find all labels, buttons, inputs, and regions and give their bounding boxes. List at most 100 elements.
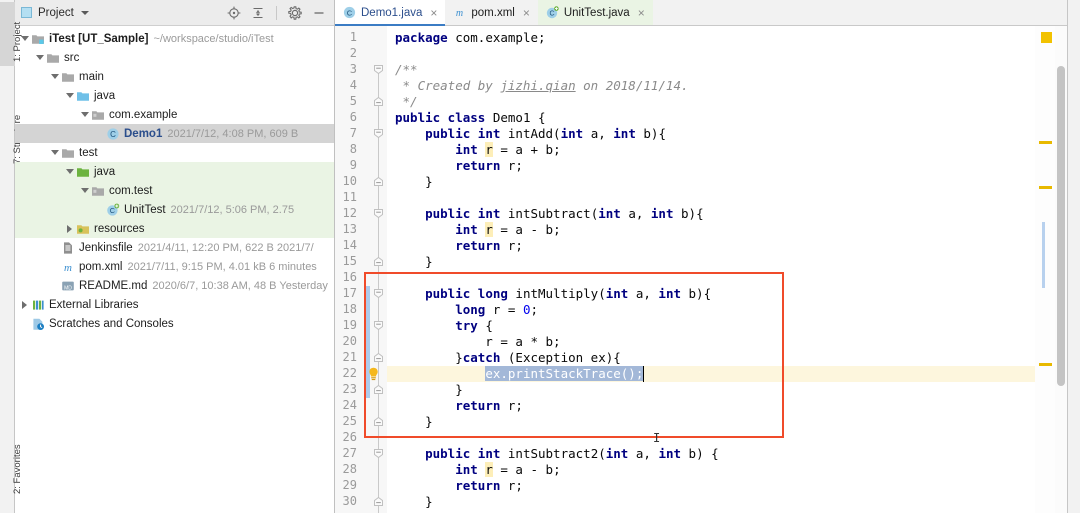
code-fold-marker[interactable] bbox=[373, 64, 384, 75]
error-stripe-markers[interactable] bbox=[1035, 26, 1055, 513]
code-line-17[interactable]: public long intMultiply(int a, int b){ bbox=[395, 286, 711, 302]
code-line-10[interactable]: } bbox=[395, 174, 433, 190]
code-line-19[interactable]: try { bbox=[395, 318, 493, 334]
editor-gutter[interactable]: 1 2 3 4 5 6 7 8 9 10 11 12 13 14 15 16 17 18 19 20 21 22 23 24 2… bbox=[335, 26, 387, 513]
warning-stripe-marker[interactable] bbox=[1039, 186, 1052, 189]
chevron-down-icon[interactable] bbox=[80, 10, 89, 15]
code-fold-marker[interactable] bbox=[373, 128, 384, 139]
text-caret bbox=[643, 366, 645, 382]
code-line-24[interactable]: return r; bbox=[395, 398, 523, 414]
code-line-11[interactable] bbox=[395, 190, 403, 206]
chevron-down-icon[interactable] bbox=[79, 105, 90, 124]
code-fold-marker[interactable] bbox=[373, 448, 384, 459]
chevron-down-icon[interactable] bbox=[64, 162, 75, 181]
code-line-13[interactable]: int r = a - b; bbox=[395, 222, 561, 238]
tree-node-main[interactable]: main bbox=[15, 67, 334, 86]
code-line-15[interactable]: } bbox=[395, 254, 433, 270]
code-fold-marker[interactable] bbox=[373, 96, 384, 107]
code-line-23[interactable]: } bbox=[395, 382, 463, 398]
tool-tab-project[interactable]: 1: Project bbox=[0, 2, 23, 66]
code-line-8[interactable]: int r = a + b; bbox=[395, 142, 561, 158]
editor-tab-demo1[interactable]: C Demo1.java × bbox=[335, 0, 446, 26]
chevron-down-icon[interactable] bbox=[19, 29, 30, 48]
code-line-30[interactable]: } bbox=[395, 494, 433, 510]
project-tree[interactable]: iTest [UT_Sample] ~/workspace/studio/iTes… bbox=[15, 26, 334, 513]
code-line-14[interactable]: return r; bbox=[395, 238, 523, 254]
code-line-7[interactable]: public int intAdd(int a, int b){ bbox=[395, 126, 666, 142]
code-line-27[interactable]: public int intSubtract2(int a, int b) { bbox=[395, 446, 719, 462]
close-icon[interactable]: × bbox=[430, 6, 437, 20]
vcs-change-marker[interactable] bbox=[364, 286, 370, 398]
code-line-26[interactable] bbox=[395, 430, 403, 446]
gear-icon[interactable] bbox=[286, 4, 304, 22]
code-line-22[interactable]: ex.printStackTrace(); bbox=[395, 366, 644, 382]
tree-node-src[interactable]: src bbox=[15, 48, 334, 67]
warning-stripe-marker[interactable] bbox=[1039, 363, 1052, 366]
code-line-1[interactable]: package com.example; bbox=[395, 30, 546, 46]
code-fold-marker[interactable] bbox=[373, 176, 384, 187]
code-line-12[interactable]: public int intSubtract(int a, int b){ bbox=[395, 206, 703, 222]
chevron-down-icon[interactable] bbox=[49, 143, 60, 162]
code-line-5[interactable]: */ bbox=[395, 94, 418, 110]
code-line-9[interactable]: return r; bbox=[395, 158, 523, 174]
code-line-25[interactable]: } bbox=[395, 414, 433, 430]
code-line-4[interactable]: * Created by jizhi.qian on 2018/11/14. bbox=[395, 78, 689, 94]
project-panel-title-group[interactable]: Project bbox=[21, 7, 89, 19]
collapse-all-icon[interactable] bbox=[249, 4, 267, 22]
code-line-20[interactable]: r = a * b; bbox=[395, 334, 560, 350]
tool-tab-favorites[interactable]: 2: Favorites bbox=[0, 420, 23, 498]
tree-node-meta: ~/workspace/studio/iTest bbox=[153, 32, 274, 45]
warning-stripe-marker[interactable] bbox=[1039, 141, 1052, 144]
intention-bulb-icon[interactable] bbox=[367, 367, 380, 381]
inspection-status-badge[interactable] bbox=[1041, 32, 1052, 43]
tree-node-itest-ut-sample[interactable]: iTest [UT_Sample] ~/workspace/studio/iTes… bbox=[15, 29, 334, 48]
code-line-29[interactable]: return r; bbox=[395, 478, 523, 494]
tree-node-java[interactable]: java bbox=[15, 162, 334, 181]
editor-scrollbar[interactable] bbox=[1055, 26, 1067, 513]
editor-tab-pom[interactable]: m pom.xml × bbox=[445, 0, 537, 25]
code-line-16[interactable] bbox=[395, 270, 403, 286]
code-fold-marker[interactable] bbox=[373, 496, 384, 507]
code-line-28[interactable]: int r = a - b; bbox=[395, 462, 561, 478]
chevron-down-icon[interactable] bbox=[79, 181, 90, 200]
tree-node-com-example[interactable]: com.example bbox=[15, 105, 334, 124]
chevron-right-icon[interactable] bbox=[64, 219, 75, 238]
code-viewport[interactable]: package com.example; /** * Created by ji… bbox=[387, 26, 1035, 513]
editor-tab-unittest[interactable]: C UnitTest.java × bbox=[537, 0, 653, 25]
minimize-icon[interactable] bbox=[310, 4, 328, 22]
close-icon[interactable]: × bbox=[638, 6, 645, 20]
chevron-down-icon[interactable] bbox=[64, 86, 75, 105]
chevron-right-icon[interactable] bbox=[19, 295, 30, 314]
code-line-6[interactable]: public class Demo1 { bbox=[395, 110, 546, 126]
tree-node-scratches-and-consoles[interactable]: Scratches and Consoles bbox=[15, 314, 334, 333]
code-fold-marker[interactable] bbox=[373, 416, 384, 427]
tree-node-readme-md[interactable]: MD README.md 2020/6/7, 10:38 AM, 48 B Yest… bbox=[15, 276, 334, 295]
code-fold-marker[interactable] bbox=[373, 256, 384, 267]
code-line-21[interactable]: }catch (Exception ex){ bbox=[395, 350, 621, 366]
chevron-down-icon[interactable] bbox=[49, 67, 60, 86]
tree-node-pom-xml[interactable]: m pom.xml 2021/7/11, 9:15 PM, 4.01 kB 6 mi… bbox=[15, 257, 334, 276]
close-icon[interactable]: × bbox=[523, 6, 530, 20]
code-fold-marker[interactable] bbox=[373, 208, 384, 219]
tree-node-demo1[interactable]: C Demo1 2021/7/12, 4:08 PM, 609 B bbox=[15, 124, 334, 143]
tree-node-meta: 2021/7/12, 4:08 PM, 609 B bbox=[167, 127, 299, 140]
code-fold-marker[interactable] bbox=[373, 288, 384, 299]
locate-icon[interactable] bbox=[225, 4, 243, 22]
tree-node-java[interactable]: java bbox=[15, 86, 334, 105]
tool-tab-structure[interactable]: 7: Structure bbox=[0, 96, 23, 168]
tree-node-test[interactable]: test bbox=[15, 143, 334, 162]
code-fold-marker[interactable] bbox=[373, 320, 384, 331]
code-line-2[interactable] bbox=[395, 46, 403, 62]
tree-node-com-test[interactable]: com.test bbox=[15, 181, 334, 200]
code-fold-marker[interactable] bbox=[373, 384, 384, 395]
code-fold-marker[interactable] bbox=[373, 352, 384, 363]
tree-node-unittest[interactable]: C UnitTest 2021/7/12, 5:06 PM, 2.75 bbox=[15, 200, 334, 219]
code-line-18[interactable]: long r = 0; bbox=[395, 302, 538, 318]
code-line-3[interactable]: /** bbox=[395, 62, 418, 78]
tree-node-external-libraries[interactable]: External Libraries bbox=[15, 295, 334, 314]
tree-node-resources[interactable]: resources bbox=[15, 219, 334, 238]
editor-scrollbar-thumb[interactable] bbox=[1057, 66, 1065, 386]
chevron-down-icon[interactable] bbox=[34, 48, 45, 67]
tree-node-jenkinsfile[interactable]: Jenkinsfile 2021/4/11, 12:20 PM, 622 B 20… bbox=[15, 238, 334, 257]
